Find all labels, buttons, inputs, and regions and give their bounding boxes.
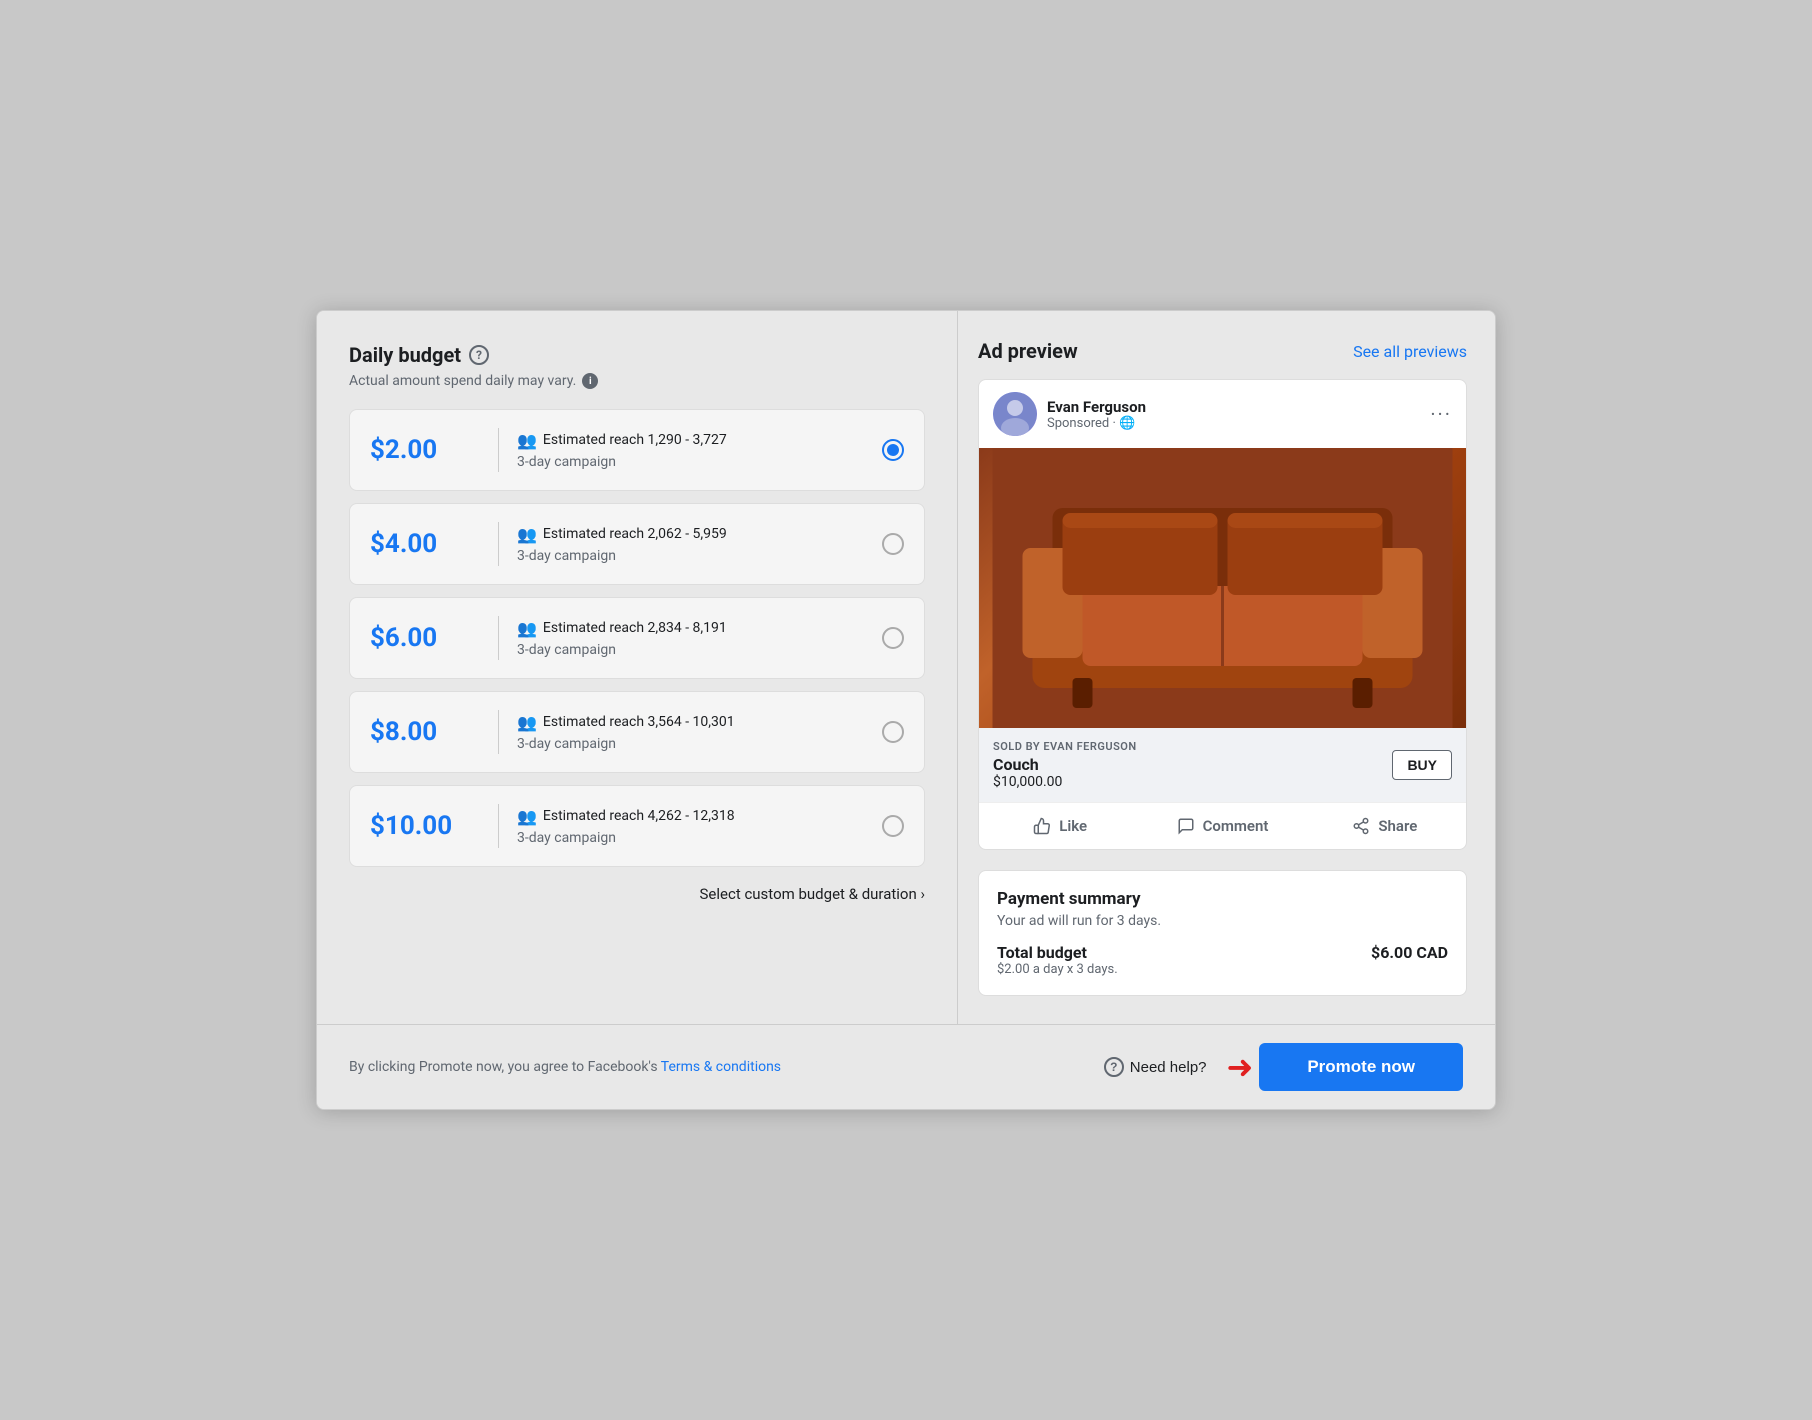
radio-btn-3[interactable] xyxy=(882,627,904,649)
estimated-reach-1: 👥 Estimated reach 1,290 - 3,727 xyxy=(517,431,882,450)
advertiser-details: Evan Ferguson Sponsored · 🌐 xyxy=(1047,398,1146,431)
share-label: Share xyxy=(1378,817,1417,835)
divider-3 xyxy=(498,616,499,660)
product-price: $10,000.00 xyxy=(993,774,1137,790)
budget-option-5[interactable]: $10.00 👥 Estimated reach 4,262 - 12,318 … xyxy=(349,785,925,867)
reach-icon-5: 👥 xyxy=(517,807,537,826)
budget-option-4[interactable]: $8.00 👥 Estimated reach 3,564 - 10,301 3… xyxy=(349,691,925,773)
terms-link[interactable]: Terms & conditions xyxy=(661,1059,781,1075)
ad-product-info: SOLD BY EVAN FERGUSON Couch $10,000.00 B… xyxy=(979,728,1466,802)
daily-budget-title: Daily budget xyxy=(349,343,461,367)
divider-4 xyxy=(498,710,499,754)
more-options-icon[interactable]: ··· xyxy=(1430,402,1452,426)
budget-options-list: $2.00 👥 Estimated reach 1,290 - 3,727 3-… xyxy=(349,409,925,867)
subtitle: Actual amount spend daily may vary. i xyxy=(349,373,925,389)
estimated-reach-3: 👥 Estimated reach 2,834 - 8,191 xyxy=(517,619,882,638)
left-panel: Daily budget ? Actual amount spend daily… xyxy=(317,311,957,1024)
campaign-duration-5: 3-day campaign xyxy=(517,830,882,846)
sponsored-tag: Sponsored · 🌐 xyxy=(1047,416,1146,431)
custom-budget-link[interactable]: Select custom budget & duration › xyxy=(349,885,925,903)
ad-preview-header: Ad preview See all previews xyxy=(978,339,1467,363)
advertiser-info: Evan Ferguson Sponsored · 🌐 xyxy=(993,392,1146,436)
avatar xyxy=(993,392,1037,436)
footer-actions: ? Need help? ➜ Promote now xyxy=(1104,1043,1463,1091)
ad-preview-title: Ad preview xyxy=(978,339,1078,363)
estimated-reach-5: 👥 Estimated reach 4,262 - 12,318 xyxy=(517,807,882,826)
product-seller: SOLD BY EVAN FERGUSON xyxy=(993,740,1137,753)
ad-card: Evan Ferguson Sponsored · 🌐 ··· xyxy=(978,379,1467,850)
budget-amount-3: $6.00 xyxy=(370,623,480,653)
payment-breakdown: $2.00 a day x 3 days. xyxy=(997,962,1118,977)
share-button[interactable]: Share xyxy=(1304,807,1466,845)
budget-amount-2: $4.00 xyxy=(370,529,480,559)
divider-2 xyxy=(498,522,499,566)
total-budget-amount: $6.00 CAD xyxy=(1371,943,1448,962)
ad-card-header: Evan Ferguson Sponsored · 🌐 ··· xyxy=(979,380,1466,448)
radio-btn-1[interactable] xyxy=(882,439,904,461)
campaign-duration-2: 3-day campaign xyxy=(517,548,882,564)
campaign-duration-4: 3-day campaign xyxy=(517,736,882,752)
estimated-reach-4: 👥 Estimated reach 3,564 - 10,301 xyxy=(517,713,882,732)
buy-button[interactable]: BUY xyxy=(1392,750,1452,780)
estimated-reach-2: 👥 Estimated reach 2,062 - 5,959 xyxy=(517,525,882,544)
comment-button[interactable]: Comment xyxy=(1141,807,1303,845)
budget-option-2[interactable]: $4.00 👥 Estimated reach 2,062 - 5,959 3-… xyxy=(349,503,925,585)
radio-btn-2[interactable] xyxy=(882,533,904,555)
budget-amount-5: $10.00 xyxy=(370,811,480,841)
help-icon[interactable]: ? xyxy=(469,345,489,365)
product-name: Couch xyxy=(993,755,1137,774)
ad-image xyxy=(979,448,1466,728)
product-info-text: SOLD BY EVAN FERGUSON Couch $10,000.00 xyxy=(993,740,1137,790)
reach-icon-1: 👥 xyxy=(517,431,537,450)
budget-amount-1: $2.00 xyxy=(370,435,480,465)
budget-details-2: 👥 Estimated reach 2,062 - 5,959 3-day ca… xyxy=(517,525,882,564)
reach-icon-4: 👥 xyxy=(517,713,537,732)
like-label: Like xyxy=(1059,817,1087,835)
promote-now-wrapper: ➜ Promote now xyxy=(1227,1043,1463,1091)
right-panel: Ad preview See all previews xyxy=(957,311,1495,1024)
budget-amount-4: $8.00 xyxy=(370,717,480,747)
divider-1 xyxy=(498,428,499,472)
total-budget-label: Total budget xyxy=(997,943,1118,962)
radio-btn-5[interactable] xyxy=(882,815,904,837)
ad-actions: Like Comment Share xyxy=(979,802,1466,849)
terms-text: By clicking Promote now, you agree to Fa… xyxy=(349,1059,781,1075)
budget-details-3: 👥 Estimated reach 2,834 - 8,191 3-day ca… xyxy=(517,619,882,658)
like-button[interactable]: Like xyxy=(979,807,1141,845)
campaign-duration-3: 3-day campaign xyxy=(517,642,882,658)
budget-option-1[interactable]: $2.00 👥 Estimated reach 1,290 - 3,727 3-… xyxy=(349,409,925,491)
reach-icon-3: 👥 xyxy=(517,619,537,638)
payment-row: Total budget $2.00 a day x 3 days. $6.00… xyxy=(997,943,1448,977)
modal-container: Daily budget ? Actual amount spend daily… xyxy=(316,310,1496,1110)
see-all-previews-link[interactable]: See all previews xyxy=(1353,342,1467,361)
payment-label-group: Total budget $2.00 a day x 3 days. xyxy=(997,943,1118,977)
section-title: Daily budget ? xyxy=(349,343,925,367)
modal-footer: By clicking Promote now, you agree to Fa… xyxy=(317,1024,1495,1109)
comment-label: Comment xyxy=(1203,817,1269,835)
info-icon[interactable]: i xyxy=(582,373,598,389)
payment-summary: Payment summary Your ad will run for 3 d… xyxy=(978,870,1467,996)
budget-details-5: 👥 Estimated reach 4,262 - 12,318 3-day c… xyxy=(517,807,882,846)
reach-icon-2: 👥 xyxy=(517,525,537,544)
budget-details-4: 👥 Estimated reach 3,564 - 10,301 3-day c… xyxy=(517,713,882,752)
modal-body: Daily budget ? Actual amount spend daily… xyxy=(317,311,1495,1024)
budget-option-3[interactable]: $6.00 👥 Estimated reach 2,834 - 8,191 3-… xyxy=(349,597,925,679)
need-help-button[interactable]: ? Need help? xyxy=(1104,1057,1207,1077)
payment-summary-subtitle: Your ad will run for 3 days. xyxy=(997,913,1448,929)
budget-details-1: 👥 Estimated reach 1,290 - 3,727 3-day ca… xyxy=(517,431,882,470)
help-circle-icon: ? xyxy=(1104,1057,1124,1077)
payment-summary-title: Payment summary xyxy=(997,889,1448,909)
promote-now-button[interactable]: Promote now xyxy=(1259,1043,1463,1091)
campaign-duration-1: 3-day campaign xyxy=(517,454,882,470)
arrow-indicator: ➜ xyxy=(1227,1048,1254,1086)
advertiser-name: Evan Ferguson xyxy=(1047,398,1146,416)
radio-btn-4[interactable] xyxy=(882,721,904,743)
divider-5 xyxy=(498,804,499,848)
